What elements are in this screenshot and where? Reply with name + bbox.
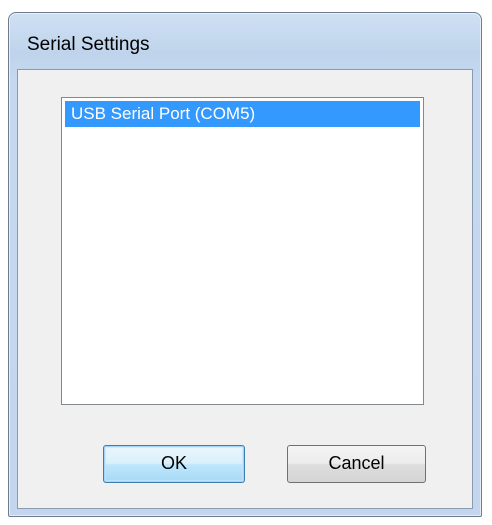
serial-settings-dialog: Serial Settings USB Serial Port (COM5) O… xyxy=(8,12,482,517)
dialog-title: Serial Settings xyxy=(27,34,150,55)
ok-button[interactable]: OK xyxy=(103,445,245,483)
dialog-client-area: USB Serial Port (COM5) OK Cancel xyxy=(17,69,473,509)
list-item-usb-serial-port[interactable]: USB Serial Port (COM5) xyxy=(65,101,420,127)
dialog-titlebar[interactable]: Serial Settings xyxy=(9,13,481,67)
serial-port-listbox[interactable]: USB Serial Port (COM5) xyxy=(61,97,424,405)
cancel-button[interactable]: Cancel xyxy=(287,445,426,483)
